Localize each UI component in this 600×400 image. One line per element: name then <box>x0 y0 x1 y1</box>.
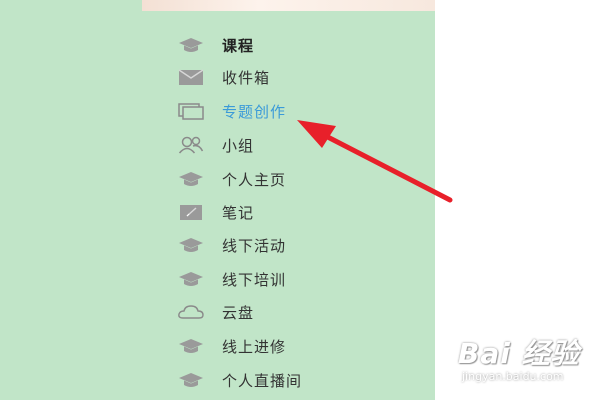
watermark-url: jingyan.baidu.com <box>462 370 564 383</box>
watermark-logo: Bai 经验 <box>458 337 580 370</box>
baidu-jingyan-watermark: Bai 经验 jingyan.baidu.com <box>450 330 600 400</box>
